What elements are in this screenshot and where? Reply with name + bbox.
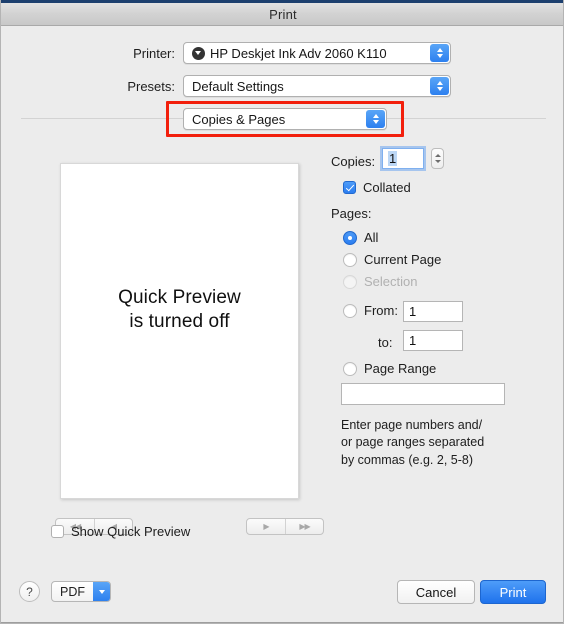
radio-current-page-label: Current Page — [364, 252, 442, 267]
from-page-input[interactable]: 1 — [403, 301, 463, 322]
window-title: Print — [269, 6, 297, 22]
show-quick-preview-label: Show Quick Preview — [71, 524, 191, 539]
presets-label: Presets: — [127, 78, 175, 94]
help-line-1: Enter page numbers and/ — [341, 418, 483, 432]
cancel-button-label: Cancel — [415, 584, 457, 600]
dialog-body: Printer: HP Deskjet Ink Adv 2060 K110 Pr… — [1, 26, 563, 623]
copies-label: Copies: — [331, 154, 376, 169]
print-dialog-window: Print Printer: HP Deskjet Ink Adv 2060 K… — [0, 0, 564, 624]
pane-popup-value: Copies & Pages — [192, 111, 286, 127]
chevron-updown-icon — [430, 77, 449, 95]
help-button[interactable]: ? — [19, 581, 40, 602]
printer-popup-value: HP Deskjet Ink Adv 2060 K110 — [210, 45, 387, 61]
print-preview-page: Quick Preview is turned off — [60, 163, 299, 499]
print-button-label: Print — [499, 584, 527, 600]
title-bar: Print — [1, 3, 563, 26]
pages-radio-page-range[interactable]: Page Range — [343, 361, 436, 376]
presets-row: Presets: Default Settings — [71, 75, 451, 97]
pages-radio-from[interactable]: From: — [343, 303, 398, 318]
presets-popup-button[interactable]: Default Settings — [183, 75, 451, 97]
pages-label: Pages: — [331, 206, 372, 221]
radio-page-range-indicator[interactable] — [343, 361, 357, 376]
pdf-button-label: PDF — [60, 584, 85, 599]
next-page-icon[interactable]: ▶ — [247, 519, 285, 534]
printer-row: Printer: HP Deskjet Ink Adv 2060 K110 — [71, 42, 451, 64]
radio-all-indicator[interactable] — [343, 230, 357, 245]
pages-radio-selection: Selection — [343, 274, 417, 289]
copies-input[interactable]: 1 — [382, 148, 424, 169]
printer-status-icon — [192, 46, 205, 60]
preview-message-line1: Quick Preview — [118, 286, 241, 308]
radio-selection-indicator — [343, 274, 357, 289]
radio-all-label: All — [364, 230, 379, 245]
copies-input-value: 1 — [388, 151, 398, 166]
radio-current-page-indicator[interactable] — [343, 252, 357, 267]
cancel-button[interactable]: Cancel — [397, 580, 475, 604]
preview-message: Quick Preview is turned off — [118, 286, 241, 335]
radio-from-label: From: — [364, 303, 398, 318]
chevron-updown-icon — [366, 110, 385, 128]
help-line-2: or page ranges separated — [341, 435, 485, 450]
collated-label: Collated — [363, 180, 411, 195]
preview-message-line2: is turned off — [129, 311, 230, 332]
help-line-3: by commas (e.g. 2, 5-8) — [341, 452, 473, 467]
to-page-input[interactable]: 1 — [403, 330, 463, 351]
copies-and-pages-popup[interactable]: Copies & Pages — [183, 108, 387, 130]
show-quick-preview-checkbox[interactable] — [51, 525, 64, 538]
presets-popup-value: Default Settings — [192, 78, 284, 94]
page-range-input[interactable] — [341, 383, 505, 405]
from-page-value: 1 — [409, 304, 417, 319]
last-page-icon[interactable]: ▶▶ — [285, 519, 323, 534]
radio-from-indicator[interactable] — [343, 303, 357, 318]
pdf-split-button[interactable]: PDF — [51, 581, 111, 602]
collated-row[interactable]: Collated — [343, 180, 411, 195]
printer-label: Printer: — [133, 45, 175, 61]
printer-popup-button[interactable]: HP Deskjet Ink Adv 2060 K110 — [183, 42, 451, 64]
preview-nav-forward-group[interactable]: ▶ ▶▶ — [246, 518, 324, 535]
chevron-updown-icon — [430, 44, 449, 62]
radio-selection-label: Selection — [364, 274, 418, 289]
pages-radio-all[interactable]: All — [343, 230, 378, 245]
page-range-help-text: Enter page numbers and/ or page ranges s… — [341, 417, 531, 469]
to-page-value: 1 — [409, 333, 417, 348]
pane-row: Copies & Pages — [183, 108, 387, 130]
chevron-down-icon[interactable] — [93, 582, 110, 601]
pages-radio-current-page[interactable]: Current Page — [343, 252, 441, 267]
collated-checkbox[interactable] — [343, 181, 356, 194]
print-button[interactable]: Print — [480, 580, 546, 604]
to-label: to: — [378, 335, 393, 350]
radio-page-range-label: Page Range — [364, 361, 437, 376]
show-quick-preview-row[interactable]: Show Quick Preview — [51, 524, 190, 539]
copies-stepper[interactable] — [431, 148, 444, 169]
help-button-label: ? — [26, 584, 33, 599]
window-bottom-edge — [1, 622, 563, 623]
